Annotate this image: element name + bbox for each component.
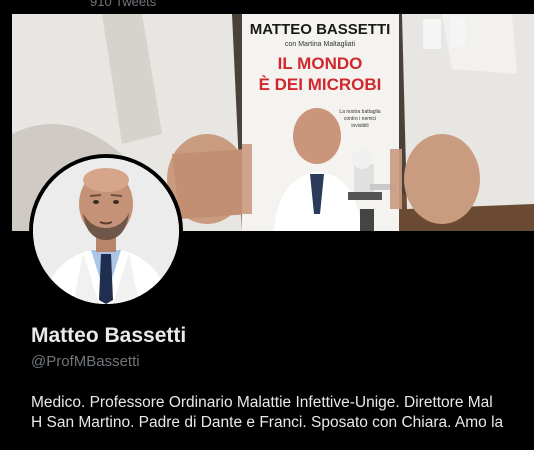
book-tagline-1: La nostra battaglia	[339, 109, 380, 115]
book-author: MATTEO BASSETTI	[250, 21, 391, 38]
book-title-line1: IL MONDO	[278, 54, 363, 73]
profile-handle: @ProfMBassetti	[31, 353, 140, 370]
avatar[interactable]	[33, 158, 179, 304]
bio-line: H San Martino. Padre di Dante e Franci. …	[31, 414, 504, 431]
book-title-line2: È DEI MICROBI	[259, 75, 382, 94]
book-coauthor: con Martina Maltagliati	[285, 41, 355, 48]
profile-bio: Medico. Professore Ordinario Malattie In…	[31, 393, 503, 433]
tweet-count: 910 Tweets	[90, 0, 157, 9]
bottom-edge	[0, 444, 534, 450]
profile-display-name: Matteo Bassetti	[31, 324, 187, 347]
top-bar: 910 Tweets	[0, 0, 534, 14]
bio-line: Medico. Professore Ordinario Malattie In…	[31, 394, 493, 411]
avatar-border[interactable]	[29, 154, 183, 308]
book-tagline-2: contro i nemici	[344, 116, 376, 122]
avatar-photo	[33, 158, 179, 304]
book-tagline-3: invisibili	[351, 123, 368, 129]
